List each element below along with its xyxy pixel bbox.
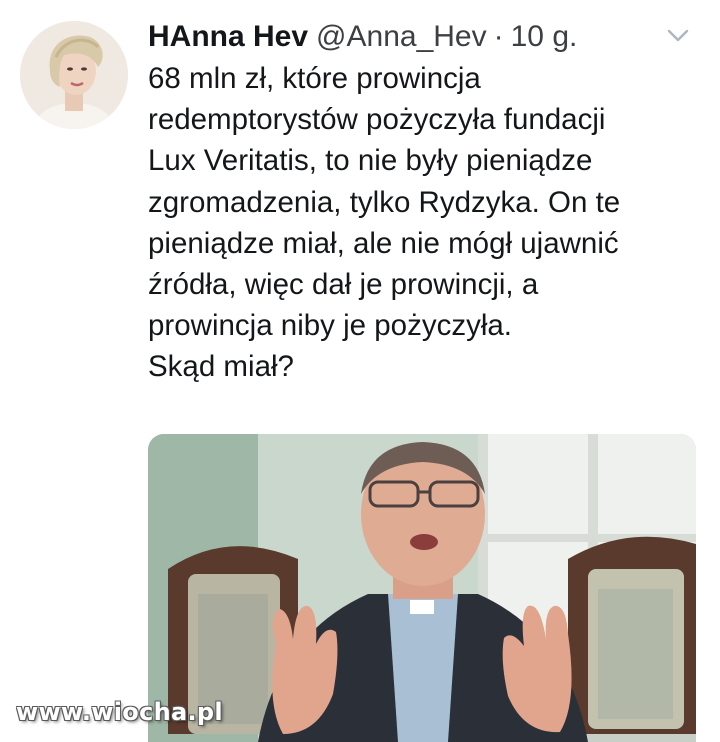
tweet-menu-button[interactable]: [664, 26, 692, 46]
tweet-text-line: prowincja niby je pożyczyła.: [148, 309, 512, 343]
tweet-header: HAnna Hev @Anna_Hev · 10 g.: [148, 16, 660, 58]
tweet-text-line: redemptorystów pożyczyła fundacji: [148, 103, 606, 137]
author-name[interactable]: HAnna Hev: [148, 16, 308, 58]
tweet-text-line: Skąd miał?: [148, 350, 294, 384]
tweet-text-line: 68 mln zł, które prowincja: [148, 62, 481, 95]
tweet-text-line: zgromadzenia, tylko Rydzyka. On te: [148, 185, 621, 219]
chevron-down-icon: [667, 29, 689, 42]
tweet-media-image[interactable]: [148, 434, 696, 742]
tweet-timestamp[interactable]: 10 g.: [511, 16, 578, 58]
author-handle[interactable]: @Anna_Hev: [316, 16, 487, 58]
header-separator: ·: [493, 20, 504, 53]
watermark: www.wiocha.pl: [16, 698, 223, 726]
avatar[interactable]: [20, 21, 128, 129]
avatar-image: [20, 21, 128, 129]
tweet-text-line: źródła, więc dał je prowincji, a: [148, 268, 539, 302]
tweet-text: 68 mln zł, które prowincja redemptorystó…: [148, 58, 714, 388]
tweet-text-line: pieniądze miał, ale nie mógł ujawnić: [148, 226, 619, 260]
tweet-text-line: Lux Veritatis, to nie były pieniądze: [148, 144, 593, 178]
photo-illustration: [148, 434, 696, 742]
